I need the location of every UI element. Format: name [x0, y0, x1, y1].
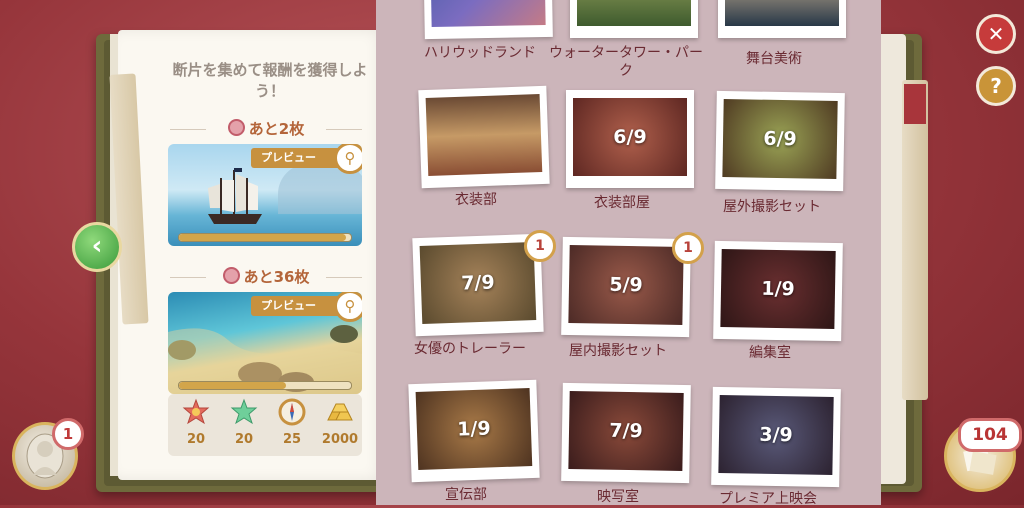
sailing-ship-icon	[208, 168, 262, 224]
reward-1-card[interactable]: プレビュー ⚲	[168, 144, 362, 246]
reward-1-progress-fill	[179, 234, 346, 241]
reward-1-remaining-row: あと2枚	[170, 118, 362, 140]
back-page-button[interactable]: ‹	[72, 222, 122, 272]
location-label: 映写室	[597, 489, 639, 505]
location-label: プレミア上映会	[719, 491, 817, 507]
location-tile[interactable]	[423, 0, 553, 40]
green-star-icon	[230, 398, 258, 425]
magnifier-icon[interactable]: ⚲	[334, 144, 362, 174]
location-tile[interactable]: 1/9	[408, 379, 540, 483]
reward-items-row: 20 20 25 2000	[168, 394, 362, 456]
location-new-badge: 1	[672, 232, 704, 264]
location-label: 屋内撮影セット	[569, 343, 667, 359]
reward-item: 2000	[318, 398, 362, 447]
reward-1-remaining: あと2枚	[248, 120, 305, 138]
location-thumbnail	[725, 0, 839, 26]
close-icon: ✕	[987, 22, 1005, 46]
stamp-strip	[902, 80, 928, 400]
reward-2-progress-bar	[178, 381, 352, 390]
reward-2-remaining: あと36枚	[243, 268, 310, 286]
compass-icon	[278, 398, 306, 426]
location-tile[interactable]: 3/9	[711, 386, 841, 488]
location-thumbnail	[430, 0, 546, 27]
star-badge-icon	[182, 398, 210, 425]
location-label: ウォータータワー・パーク	[549, 45, 703, 79]
location-tile[interactable]	[570, 0, 698, 38]
location-fragment-count: 1/9	[456, 417, 491, 441]
location-fragment-count: 5/9	[609, 273, 643, 297]
reward-item: 25	[270, 398, 314, 447]
location-grid-page[interactable]: ハリウッドランド ウォータータワー・パーク 舞台美術衣装部 6/9 衣装部屋 6/9 屋外撮…	[376, 0, 881, 507]
reward-2-remaining-row: あと36枚	[170, 266, 362, 288]
location-label: 編集室	[749, 345, 791, 361]
cameo-notification-badge: 1	[52, 418, 84, 450]
location-fragment-count: 7/9	[460, 271, 495, 295]
reward-item: 20	[222, 398, 266, 447]
location-label: 女優のトレーラー	[414, 341, 526, 357]
reward-item: 20	[174, 398, 218, 447]
reward-2-preview-button[interactable]: プレビュー	[251, 296, 338, 316]
reward-heading: 断片を集めて報酬を獲得しよう！	[172, 61, 368, 100]
help-button[interactable]: ?	[976, 66, 1016, 106]
location-tile[interactable]	[418, 85, 550, 189]
close-button[interactable]: ✕	[976, 14, 1016, 54]
location-fragment-count: 6/9	[613, 126, 647, 148]
reward-2-progress-fill	[179, 382, 286, 389]
stamp-mark	[904, 84, 926, 124]
location-label: 宣伝部	[445, 487, 487, 503]
location-tile[interactable]: 6/9	[715, 90, 845, 192]
location-label: 舞台美術	[746, 51, 802, 67]
reward-item-value: 20	[186, 432, 206, 447]
fragment-ticket-icon	[227, 119, 245, 136]
reward-2-card[interactable]: プレビュー ⚲	[168, 292, 362, 394]
chevron-left-icon: ‹	[91, 231, 103, 261]
location-tile[interactable]: 7/9	[561, 382, 691, 484]
location-fragment-count: 6/9	[763, 127, 797, 151]
location-new-badge: 1	[524, 230, 556, 262]
location-fragment-count: 3/9	[759, 423, 793, 447]
help-icon: ?	[990, 74, 1002, 98]
location-tile[interactable]: 6/9	[566, 90, 694, 188]
location-thumbnail	[425, 94, 543, 176]
location-tile[interactable]: 5/9	[561, 236, 691, 338]
reward-1-progress-bar	[178, 233, 352, 242]
reward-1-preview-button[interactable]: プレビュー	[251, 148, 338, 168]
location-label: 衣装部	[455, 192, 497, 208]
location-fragment-count: 1/9	[761, 277, 795, 301]
location-thumbnail	[577, 0, 691, 26]
location-label: 衣装部屋	[594, 195, 650, 211]
reward-item-value: 2000	[321, 432, 359, 447]
reward-item-value: 25	[282, 432, 302, 447]
reward-item-value: 20	[234, 432, 254, 447]
location-label: 屋外撮影セット	[723, 199, 821, 215]
gold-bars-icon	[327, 403, 353, 421]
location-label: ハリウッドランド	[424, 45, 536, 61]
fragment-count-badge: 104	[958, 418, 1022, 452]
location-fragment-count: 7/9	[609, 419, 643, 443]
fragment-ticket-icon	[222, 267, 240, 284]
location-tile[interactable]	[718, 0, 846, 38]
location-tile[interactable]: 1/9	[713, 240, 843, 342]
magnifier-icon[interactable]: ⚲	[334, 292, 362, 322]
